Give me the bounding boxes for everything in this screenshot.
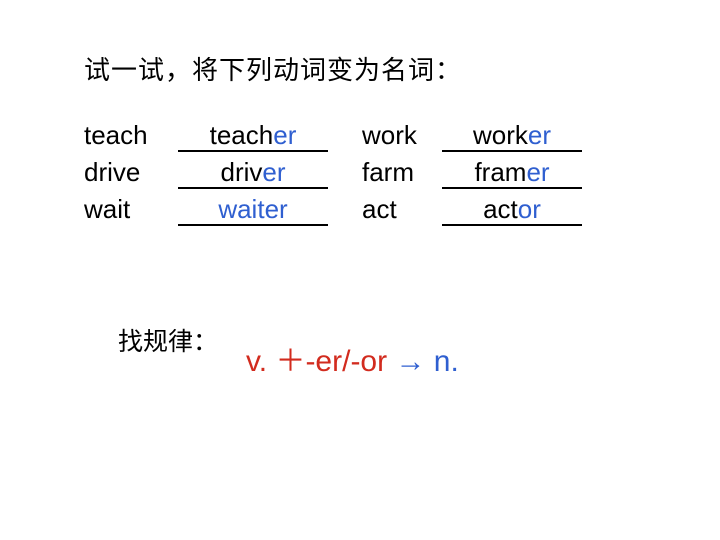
noun-suffix: er: [527, 120, 552, 150]
table-row: teach teacher work worker: [84, 120, 604, 157]
noun-blank-framer[interactable]: framer: [442, 157, 582, 190]
table-row: wait waiter act actor: [84, 194, 604, 231]
noun-suffix: er: [273, 120, 297, 150]
noun-blank-actor[interactable]: actor: [442, 194, 582, 227]
rule-result: n.: [433, 345, 459, 378]
rule-formula-text: v. ＋-er/-or: [246, 345, 388, 378]
verb-wait: wait: [84, 194, 131, 224]
noun-blank-teacher[interactable]: teacher: [178, 120, 328, 153]
noun-stem: teach: [209, 120, 274, 150]
rule-arrow: →: [387, 345, 434, 378]
noun-blank-worker[interactable]: worker: [442, 120, 582, 153]
noun-suffix: er: [526, 157, 550, 187]
table-row: drive driver farm framer: [84, 157, 604, 194]
noun-blank-driver[interactable]: driver: [178, 157, 328, 190]
verb-work: work: [362, 120, 417, 150]
noun-stem: act: [483, 194, 518, 224]
noun-stem: work: [472, 120, 528, 150]
verb-farm: farm: [362, 157, 414, 187]
noun-suffix: er: [262, 157, 286, 187]
noun-stem: fram: [474, 157, 527, 187]
noun-stem: wait: [218, 194, 265, 224]
word-transformation-grid: teach teacher work worker drive driver f…: [84, 120, 604, 231]
slide-canvas: 试一试，将下列动词变为名词： teach teacher work worker…: [0, 0, 720, 540]
page-title: 试一试，将下列动词变为名词：: [84, 55, 463, 85]
noun-suffix: or: [517, 194, 541, 224]
rule-formula: v. ＋-er/-or → n.: [246, 336, 459, 380]
noun-stem: driv: [220, 157, 263, 187]
verb-act: act: [362, 194, 397, 224]
rule-label: 找规律：: [118, 328, 219, 356]
noun-blank-waiter[interactable]: waiter: [178, 194, 328, 227]
noun-suffix: er: [264, 194, 288, 224]
verb-teach: teach: [84, 120, 148, 150]
verb-drive: drive: [84, 157, 141, 187]
